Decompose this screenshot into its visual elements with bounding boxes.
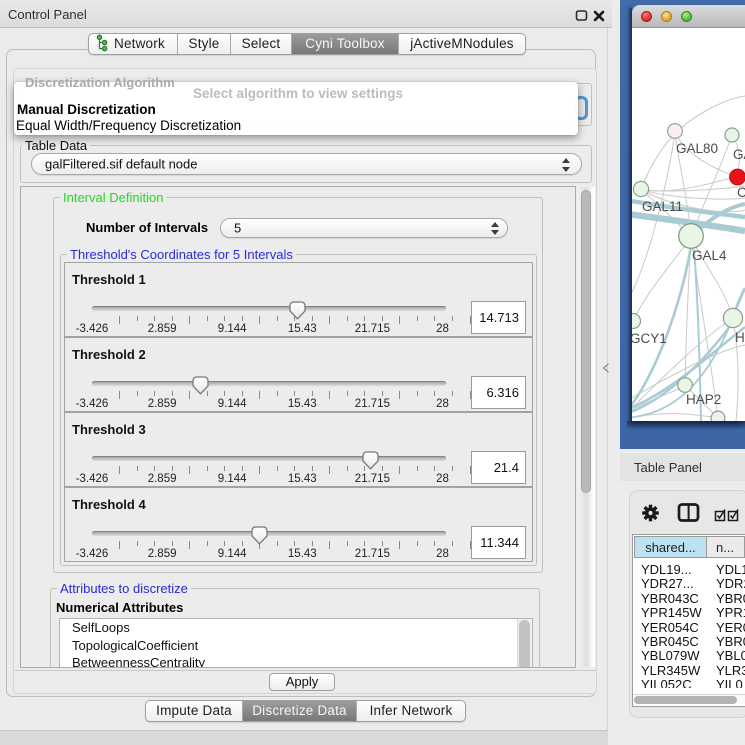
svg-text:GCY1: GCY1 [632, 331, 667, 346]
svg-text:GAL11: GAL11 [642, 199, 683, 214]
svg-text:H: H [735, 330, 745, 345]
svg-text:C: C [737, 185, 745, 200]
svg-text:GAL4: GAL4 [692, 248, 727, 263]
svg-text:GAL80: GAL80 [676, 141, 718, 156]
svg-text:HAP2: HAP2 [686, 392, 721, 407]
svg-text:GA: GA [733, 147, 745, 162]
